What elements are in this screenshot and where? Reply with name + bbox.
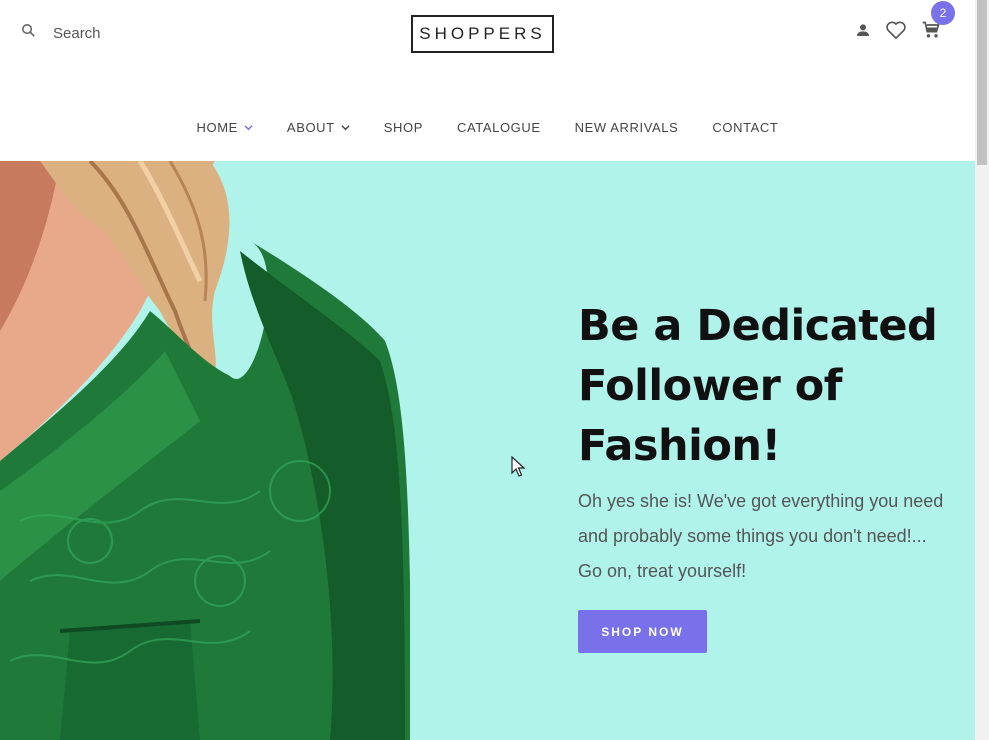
main-nav: HOME ABOUT SHOP CATALOGUE NEW ARRIVALS C… (0, 120, 975, 135)
shop-now-button[interactable]: SHOP NOW (578, 610, 707, 653)
user-icon[interactable] (855, 22, 871, 38)
hero-subtitle-line: Oh yes she is! We've got everything you … (578, 491, 944, 511)
cart-count-badge: 2 (931, 1, 955, 25)
hero-subtitle-line: Go on, treat yourself! (578, 561, 747, 581)
heart-icon[interactable] (885, 20, 907, 40)
nav-item-about[interactable]: ABOUT (287, 120, 350, 135)
scrollbar-thumb[interactable] (977, 0, 987, 165)
nav-item-label: ABOUT (286, 120, 335, 135)
hero-banner: Be a Dedicated Follower of Fashion! Oh y… (0, 161, 975, 740)
chevron-down-icon (244, 125, 253, 131)
header-icons: 2 (855, 1, 955, 40)
nav-item-label: CONTACT (712, 120, 779, 135)
search-icon[interactable] (20, 22, 37, 44)
hero-subtitle-line: and probably some things you don't need!… (578, 526, 927, 546)
site-logo[interactable]: SHOPPERS (411, 15, 554, 53)
hero-subtitle: Oh yes she is! We've got everything you … (578, 484, 953, 589)
hero-model-image (0, 161, 410, 740)
hero-content: Be a Dedicated Follower of Fashion! Oh y… (578, 296, 958, 653)
search-bar (20, 22, 173, 44)
cart-button[interactable]: 2 (921, 1, 955, 40)
mouse-cursor-icon (511, 456, 525, 477)
hero-title: Be a Dedicated Follower of Fashion! (578, 296, 958, 476)
nav-item-catalogue[interactable]: CATALOGUE (457, 120, 541, 135)
nav-item-home[interactable]: HOME (197, 120, 253, 135)
nav-item-contact[interactable]: CONTACT (712, 120, 778, 135)
chevron-down-icon (341, 125, 350, 131)
nav-item-shop[interactable]: SHOP (384, 120, 423, 135)
page-scrollbar[interactable] (975, 0, 989, 740)
nav-item-label: CATALOGUE (456, 120, 541, 135)
nav-item-new-arrivals[interactable]: NEW ARRIVALS (575, 120, 679, 135)
hero-title-line: Follower of (578, 361, 843, 411)
nav-item-label: HOME (196, 120, 238, 135)
search-input[interactable] (53, 24, 173, 42)
nav-item-label: SHOP (383, 120, 423, 135)
hero-title-line: Fashion! (578, 421, 781, 471)
nav-item-label: NEW ARRIVALS (574, 120, 679, 135)
hero-title-line: Be a Dedicated (578, 301, 938, 351)
